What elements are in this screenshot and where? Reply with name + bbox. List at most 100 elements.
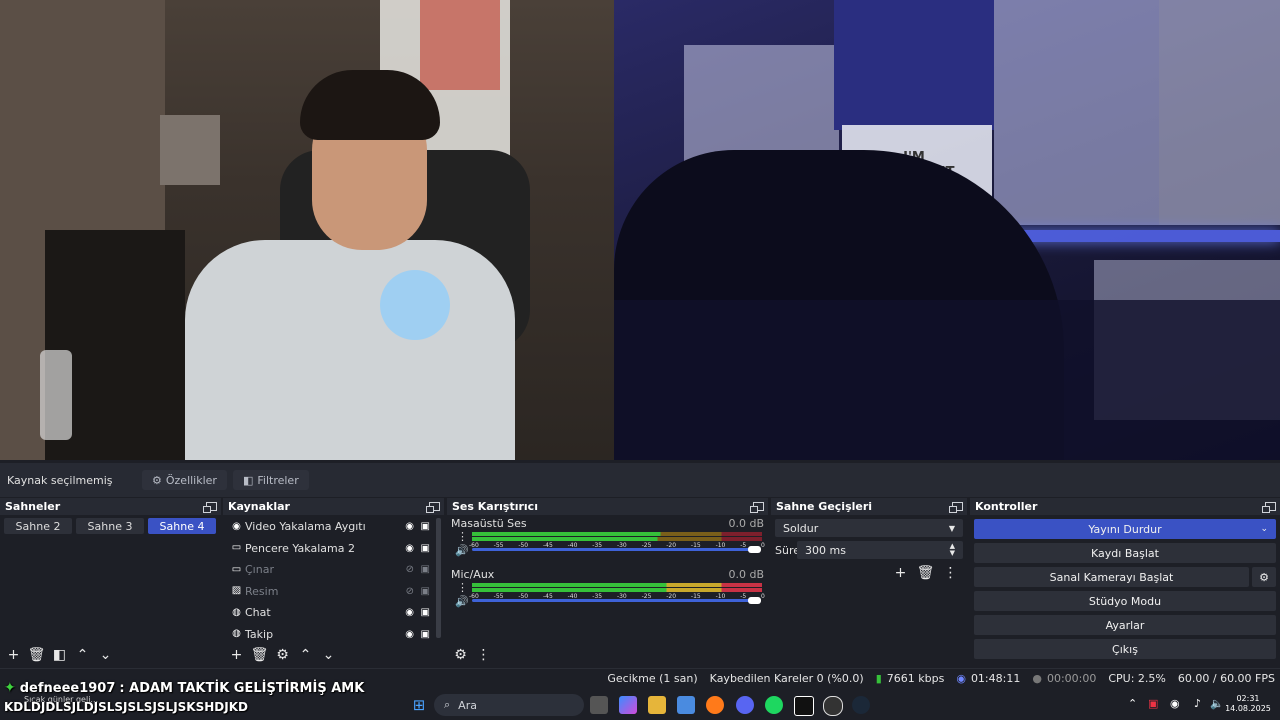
add-source-button[interactable]: + — [227, 646, 246, 665]
source-label: Pencere Yakalama 2 — [245, 541, 355, 555]
spotify-icon[interactable] — [765, 696, 783, 714]
spin-arrows-icon[interactable]: ▲ ▼ — [950, 543, 955, 557]
eye-off-icon[interactable]: ⊘ — [406, 564, 414, 575]
obs-icon[interactable] — [823, 696, 843, 716]
source-item[interactable]: ▨ Resim ⊘ ▣ — [223, 581, 444, 603]
scene-filters-button[interactable]: ◧ — [50, 646, 69, 665]
lock-icon[interactable]: ▣ — [421, 607, 430, 618]
firefox-icon[interactable] — [706, 696, 724, 714]
lock-icon[interactable]: ▣ — [421, 521, 430, 532]
eye-icon[interactable]: ◉ — [405, 543, 414, 554]
volume-slider[interactable] — [472, 599, 755, 602]
move-down-button[interactable]: ⌄ — [96, 646, 115, 665]
camera-icon: ◉ — [232, 520, 241, 532]
search-placeholder: Ara — [458, 698, 477, 712]
tray-chevron-icon[interactable]: ⌃ — [1128, 697, 1137, 710]
kebab-menu-icon[interactable]: ⋮ — [457, 530, 468, 543]
eye-icon[interactable]: ◉ — [405, 607, 414, 618]
eye-off-icon[interactable]: ⊘ — [406, 586, 414, 597]
stop-stream-button[interactable]: Yayını Durdur ⌄ — [974, 519, 1276, 539]
scene-item[interactable]: Sahne 3 — [76, 518, 144, 534]
source-item[interactable]: ◉ Video Yakalama Aygıtı ◉ ▣ — [223, 516, 444, 538]
remove-scene-button[interactable]: 🗑 — [27, 646, 46, 665]
move-down-button[interactable]: ⌄ — [319, 646, 338, 665]
settings-button[interactable]: Ayarlar — [974, 615, 1276, 635]
lock-icon[interactable]: ▣ — [421, 543, 430, 554]
speaker-icon[interactable]: 🔊 — [455, 544, 469, 557]
scene-item[interactable]: Sahne 2 — [4, 518, 72, 534]
volume-handle[interactable] — [748, 546, 761, 553]
audio-mixer-dock: Ses Karıştırıcı Masaüstü Ses 0.0 dB ⋮ -6… — [447, 498, 768, 668]
store-icon[interactable] — [677, 696, 695, 714]
db-tick: 0 — [761, 542, 765, 549]
exit-button[interactable]: Çıkış — [974, 639, 1276, 659]
cpu-status: CPU: 2.5% — [1108, 672, 1166, 685]
lock-icon[interactable]: ▣ — [421, 629, 430, 640]
transition-menu-button[interactable]: ⋮ — [941, 563, 960, 582]
remove-source-button[interactable]: 🗑 — [250, 646, 269, 665]
filters-button[interactable]: ◧ Filtreler — [232, 470, 309, 490]
taskbar-clock[interactable]: 02:31 14.08.2025 — [1220, 694, 1276, 714]
transitions-dock: Sahne Geçişleri Soldur ▼ Süre 300 ms ▲ ▼ … — [771, 498, 967, 668]
preview-canvas[interactable]: I'M DIFFERENT — [0, 0, 1280, 460]
gear-icon: ⚙ — [152, 473, 162, 487]
capcut-icon[interactable] — [794, 696, 814, 716]
transition-select[interactable]: Soldur ▼ — [775, 519, 963, 537]
dropped-frames-status: Kaybedilen Kareler 0 (%0.0) — [709, 672, 864, 685]
volume-handle[interactable] — [748, 597, 761, 604]
add-scene-button[interactable]: + — [4, 646, 23, 665]
source-item[interactable]: ◍ Takip ◉ ▣ — [223, 624, 444, 646]
mixer-channel: Mic/Aux 0.0 dB ⋮ -60 -55 -50 -45 -40 -35 -30 -2… — [447, 566, 768, 617]
lock-icon[interactable]: ▣ — [421, 586, 430, 597]
speaker-icon[interactable]: 🔊 — [455, 595, 469, 608]
file-explorer-icon[interactable] — [648, 696, 666, 714]
source-item[interactable]: ▭ Pencere Yakalama 2 ◉ ▣ — [223, 538, 444, 560]
source-item[interactable]: ▭ Çınar ⊘ ▣ — [223, 559, 444, 581]
copilot-icon[interactable] — [619, 696, 637, 714]
chevron-down-icon[interactable]: ⌄ — [1260, 524, 1268, 534]
volume-slider[interactable] — [472, 548, 755, 551]
windows-start-icon[interactable]: ⊞ — [410, 696, 428, 714]
start-recording-button[interactable]: Kaydı Başlat — [974, 543, 1276, 563]
clock-date: 14.08.2025 — [1225, 704, 1271, 713]
undock-icon[interactable] — [203, 502, 217, 513]
move-up-button[interactable]: ⌃ — [73, 646, 92, 665]
tray-app-icon[interactable]: ▣ — [1148, 697, 1158, 710]
undock-icon[interactable] — [1262, 502, 1276, 513]
source-settings-button[interactable]: ⚙ — [273, 646, 292, 665]
add-transition-button[interactable]: + — [891, 563, 910, 582]
discord-icon[interactable] — [736, 696, 754, 714]
source-item[interactable]: ◍ Chat ◉ ▣ — [223, 602, 444, 624]
eye-icon[interactable]: ◉ — [405, 629, 414, 640]
microphone-icon[interactable]: ♪ — [1194, 697, 1201, 710]
properties-button[interactable]: ⚙ Özellikler — [142, 470, 227, 490]
advanced-audio-button[interactable]: ⚙ — [451, 646, 470, 665]
transitions-title: Sahne Geçişleri — [776, 500, 873, 513]
start-virtual-camera-button[interactable]: Sanal Kamerayı Başlat — [974, 567, 1249, 587]
undock-icon[interactable] — [750, 502, 764, 513]
remove-transition-button[interactable]: 🗑 — [916, 563, 935, 582]
scene-item-active[interactable]: Sahne 4 — [148, 518, 216, 534]
undock-icon[interactable] — [949, 502, 963, 513]
undock-icon[interactable] — [426, 502, 440, 513]
task-view-icon[interactable] — [590, 696, 608, 714]
kebab-menu-icon[interactable]: ⋮ — [457, 581, 468, 594]
source-label: Resim — [245, 584, 279, 598]
source-list: ◉ Video Yakalama Aygıtı ◉ ▣ ▭ Pencere Ya… — [223, 515, 444, 645]
virtual-camera-settings-button[interactable]: ⚙ — [1252, 567, 1276, 587]
level-meter-top — [472, 532, 762, 536]
steam-icon[interactable] — [852, 696, 870, 714]
mixer-menu-button[interactable]: ⋮ — [474, 646, 493, 665]
lock-icon[interactable]: ▣ — [421, 564, 430, 575]
move-up-button[interactable]: ⌃ — [296, 646, 315, 665]
studio-mode-button[interactable]: Stüdyo Modu — [974, 591, 1276, 611]
source-toolbar: Kaynak seçilmemiş ⚙ Özellikler ◧ Filtrel… — [0, 463, 1280, 497]
eye-icon[interactable]: ◉ — [405, 521, 414, 532]
search-icon: ⌕ — [444, 698, 451, 711]
sources-scrollbar[interactable] — [436, 518, 441, 638]
tray-obs-icon[interactable]: ◉ — [1170, 697, 1180, 710]
taskbar-search[interactable]: ⌕ Ara — [434, 694, 584, 716]
channel-name: Mic/Aux — [451, 568, 495, 581]
scenes-toolbar: + 🗑 ◧ ⌃ ⌄ — [0, 644, 115, 666]
duration-input[interactable]: 300 ms ▲ ▼ — [797, 541, 963, 559]
